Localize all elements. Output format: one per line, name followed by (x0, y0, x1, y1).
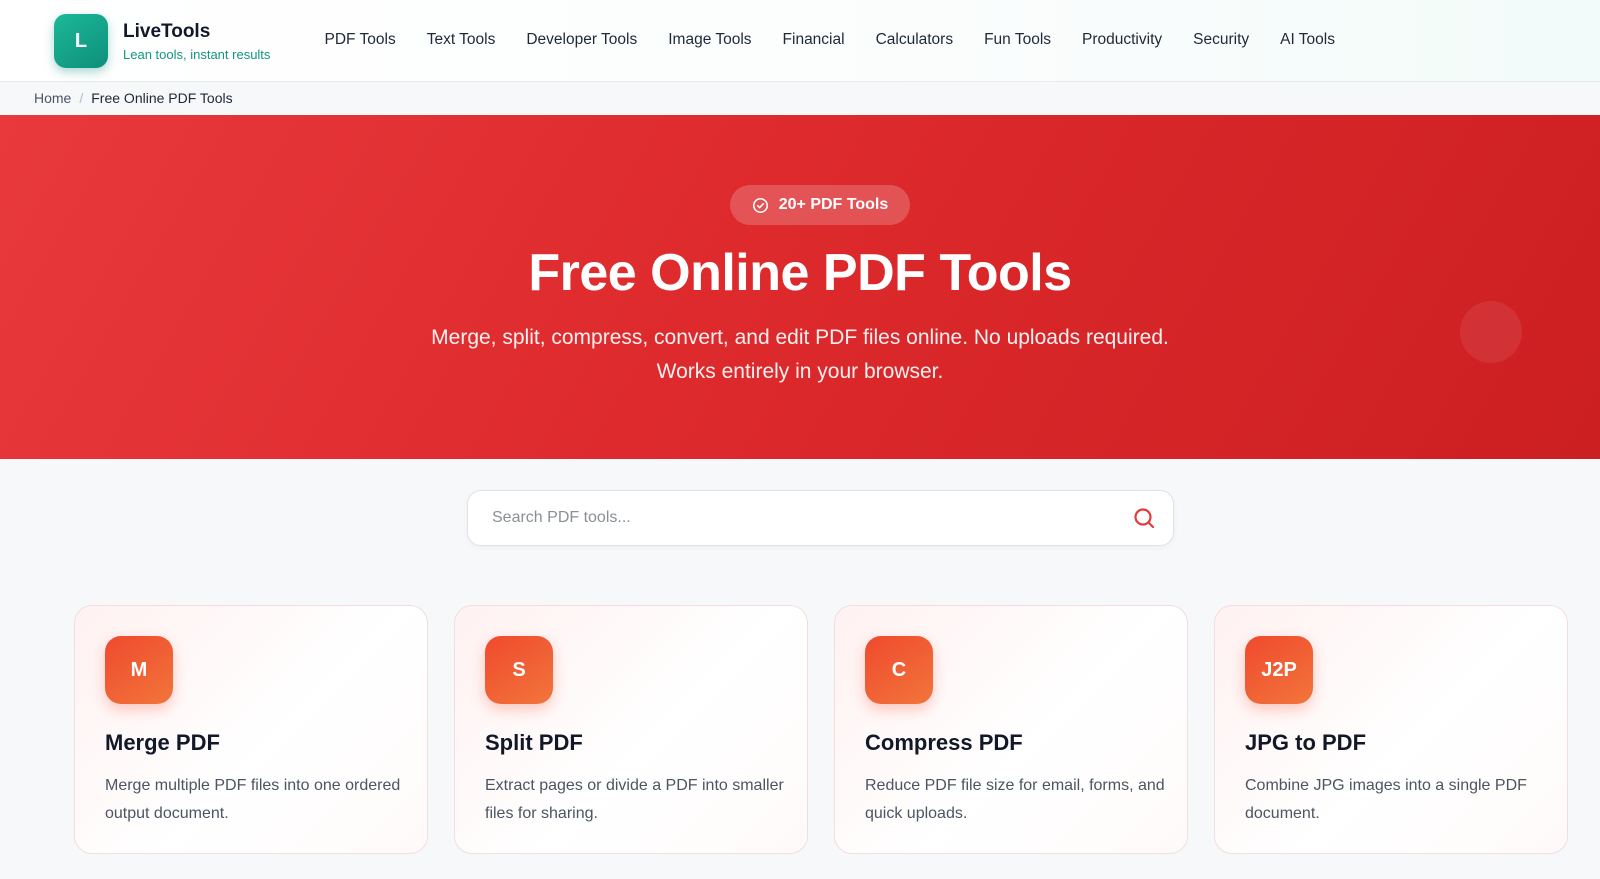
split-pdf-icon: S (485, 636, 553, 704)
nav-item-ai-tools[interactable]: AI Tools (1265, 29, 1351, 51)
tool-card-title: Merge PDF (105, 730, 220, 755)
tool-card-title: Compress PDF (865, 730, 1023, 755)
tool-card-jpg-to-pdf[interactable]: J2P JPG to PDF Combine JPG images into a… (1214, 605, 1568, 854)
nav-item-image-tools[interactable]: Image Tools (653, 29, 767, 51)
decorative-circle (1460, 301, 1522, 363)
tool-card-grid: M Merge PDF Merge multiple PDF files int… (74, 605, 1568, 854)
page-subtitle: Merge, split, compress, convert, and edi… (400, 321, 1200, 389)
tool-card-title: Split PDF (485, 730, 583, 755)
logo-icon: L (54, 14, 108, 68)
site-header: L LiveTools Lean tools, instant results … (0, 0, 1600, 82)
breadcrumb-home-link[interactable]: Home (34, 90, 71, 106)
tool-card-merge-pdf[interactable]: M Merge PDF Merge multiple PDF files int… (74, 605, 428, 854)
tool-card-description: Extract pages or divide a PDF into small… (485, 777, 784, 822)
tool-card-description: Reduce PDF file size for email, forms, a… (865, 777, 1165, 822)
breadcrumb: Home / Free Online PDF Tools (34, 88, 233, 108)
search-icon[interactable] (1132, 506, 1156, 530)
search-input[interactable] (492, 491, 1092, 545)
logo-link[interactable]: L LiveTools Lean tools, instant results (54, 14, 270, 68)
nav-item-calculators[interactable]: Calculators (860, 29, 969, 51)
compress-pdf-icon: C (865, 636, 933, 704)
page-title: Free Online PDF Tools (528, 244, 1072, 302)
nav-item-pdf-tools[interactable]: PDF Tools (309, 29, 411, 51)
tool-count-badge: 20+ PDF Tools (730, 185, 910, 225)
tool-count-badge-label: 20+ PDF Tools (778, 196, 889, 213)
breadcrumb-separator: / (79, 90, 84, 106)
tool-card-split-pdf[interactable]: S Split PDF Extract pages or divide a PD… (454, 605, 808, 854)
tool-card-compress-pdf[interactable]: C Compress PDF Reduce PDF file size for … (834, 605, 1188, 854)
check-circle-icon (752, 197, 768, 213)
brand-tagline: Lean tools, instant results (123, 46, 271, 62)
jpg-to-pdf-icon: J2P (1245, 636, 1313, 704)
nav-item-developer-tools[interactable]: Developer Tools (511, 29, 653, 51)
nav-item-fun-tools[interactable]: Fun Tools (969, 29, 1067, 51)
brand-name: LiveTools (123, 20, 211, 42)
nav-item-productivity[interactable]: Productivity (1067, 29, 1178, 51)
search-bar (467, 490, 1174, 546)
tool-card-description: Combine JPG images into a single PDF doc… (1245, 777, 1527, 822)
tool-card-description: Merge multiple PDF files into one ordere… (105, 777, 401, 822)
nav-item-text-tools[interactable]: Text Tools (411, 29, 511, 51)
merge-pdf-icon: M (105, 636, 173, 704)
page-subtitle-line-1: Merge, split, compress, convert, and edi… (431, 326, 1169, 349)
tool-card-title: JPG to PDF (1245, 730, 1367, 755)
nav-item-security[interactable]: Security (1178, 29, 1265, 51)
nav-item-financial[interactable]: Financial (767, 29, 860, 51)
main-nav: PDF Tools Text Tools Developer Tools Ima… (309, 29, 1351, 51)
breadcrumb-current: Free Online PDF Tools (91, 90, 233, 106)
logo-text: LiveTools Lean tools, instant results (123, 21, 270, 62)
hero-banner: 20+ PDF Tools Free Online PDF Tools Merg… (0, 115, 1600, 459)
page-subtitle-line-2: Works entirely in your browser. (656, 360, 944, 383)
